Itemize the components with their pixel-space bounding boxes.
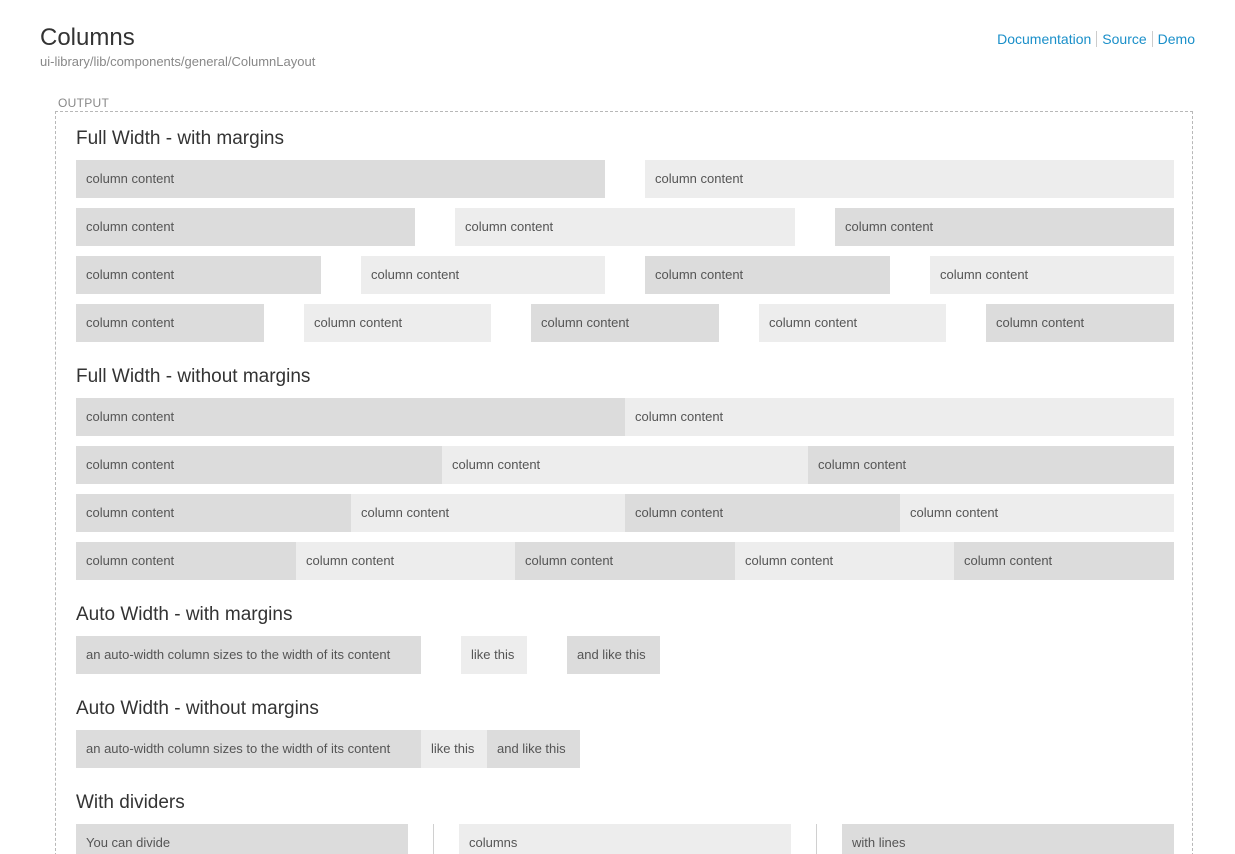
- auto-columns-row-flush: an auto-width column sizes to the width …: [76, 730, 580, 768]
- column: column content: [835, 208, 1174, 246]
- column: column content: [930, 256, 1174, 294]
- section-title-full-without-margins: Full Width - without margins: [76, 366, 311, 387]
- column: column content: [808, 446, 1174, 484]
- column: column content: [759, 304, 946, 342]
- column: column content: [515, 542, 735, 580]
- column: with lines: [842, 824, 1174, 854]
- top-links: Documentation Source Demo: [992, 31, 1195, 47]
- column: column content: [625, 494, 900, 532]
- column: column content: [625, 398, 1174, 436]
- demo-link[interactable]: Demo: [1153, 31, 1195, 47]
- column: column content: [735, 542, 954, 580]
- column: column content: [296, 542, 515, 580]
- column: column content: [76, 160, 605, 198]
- column: column content: [76, 256, 321, 294]
- column: column content: [645, 256, 890, 294]
- column: like this: [421, 730, 487, 768]
- columns-row-4: column content column content column con…: [76, 256, 1174, 294]
- columns-row-5: column content column content column con…: [76, 304, 1174, 342]
- column: like this: [461, 636, 527, 674]
- column: column content: [986, 304, 1174, 342]
- columns-row-2: column content column content: [76, 160, 1174, 198]
- page: Columns ui-library/lib/components/genera…: [0, 0, 1235, 854]
- column: column content: [645, 160, 1174, 198]
- page-title: Columns: [40, 24, 135, 51]
- columns-row-4-flush: column content column content column con…: [76, 494, 1174, 532]
- column: You can divide: [76, 824, 408, 854]
- column: column content: [76, 208, 415, 246]
- column: and like this: [567, 636, 660, 674]
- column: column content: [76, 304, 264, 342]
- component-path: ui-library/lib/components/general/Column…: [40, 54, 316, 69]
- column: columns: [459, 824, 791, 854]
- column: column content: [455, 208, 795, 246]
- column: an auto-width column sizes to the width …: [76, 730, 421, 768]
- section-title-auto-without-margins: Auto Width - without margins: [76, 698, 319, 719]
- column: column content: [442, 446, 808, 484]
- column-divider: [816, 824, 817, 854]
- column: column content: [76, 494, 351, 532]
- column: column content: [954, 542, 1174, 580]
- column: column content: [900, 494, 1174, 532]
- output-label: OUTPUT: [58, 96, 110, 110]
- column: column content: [76, 398, 625, 436]
- columns-row-5-flush: column content column content column con…: [76, 542, 1174, 580]
- columns-row-2-flush: column content column content: [76, 398, 1174, 436]
- column: column content: [361, 256, 605, 294]
- column: column content: [76, 542, 296, 580]
- section-title-full-with-margins: Full Width - with margins: [76, 128, 284, 149]
- column: an auto-width column sizes to the width …: [76, 636, 421, 674]
- section-title-auto-with-margins: Auto Width - with margins: [76, 604, 293, 625]
- column: and like this: [487, 730, 580, 768]
- column: column content: [304, 304, 491, 342]
- divided-columns-row: You can divide columns with lines: [76, 824, 1174, 854]
- column: column content: [76, 446, 442, 484]
- column: column content: [351, 494, 625, 532]
- section-title-with-dividers: With dividers: [76, 792, 185, 813]
- columns-row-3: column content column content column con…: [76, 208, 1174, 246]
- column: column content: [531, 304, 719, 342]
- source-link[interactable]: Source: [1097, 31, 1151, 47]
- auto-columns-row: an auto-width column sizes to the width …: [76, 636, 660, 674]
- column-divider: [433, 824, 434, 854]
- columns-row-3-flush: column content column content column con…: [76, 446, 1174, 484]
- documentation-link[interactable]: Documentation: [992, 31, 1096, 47]
